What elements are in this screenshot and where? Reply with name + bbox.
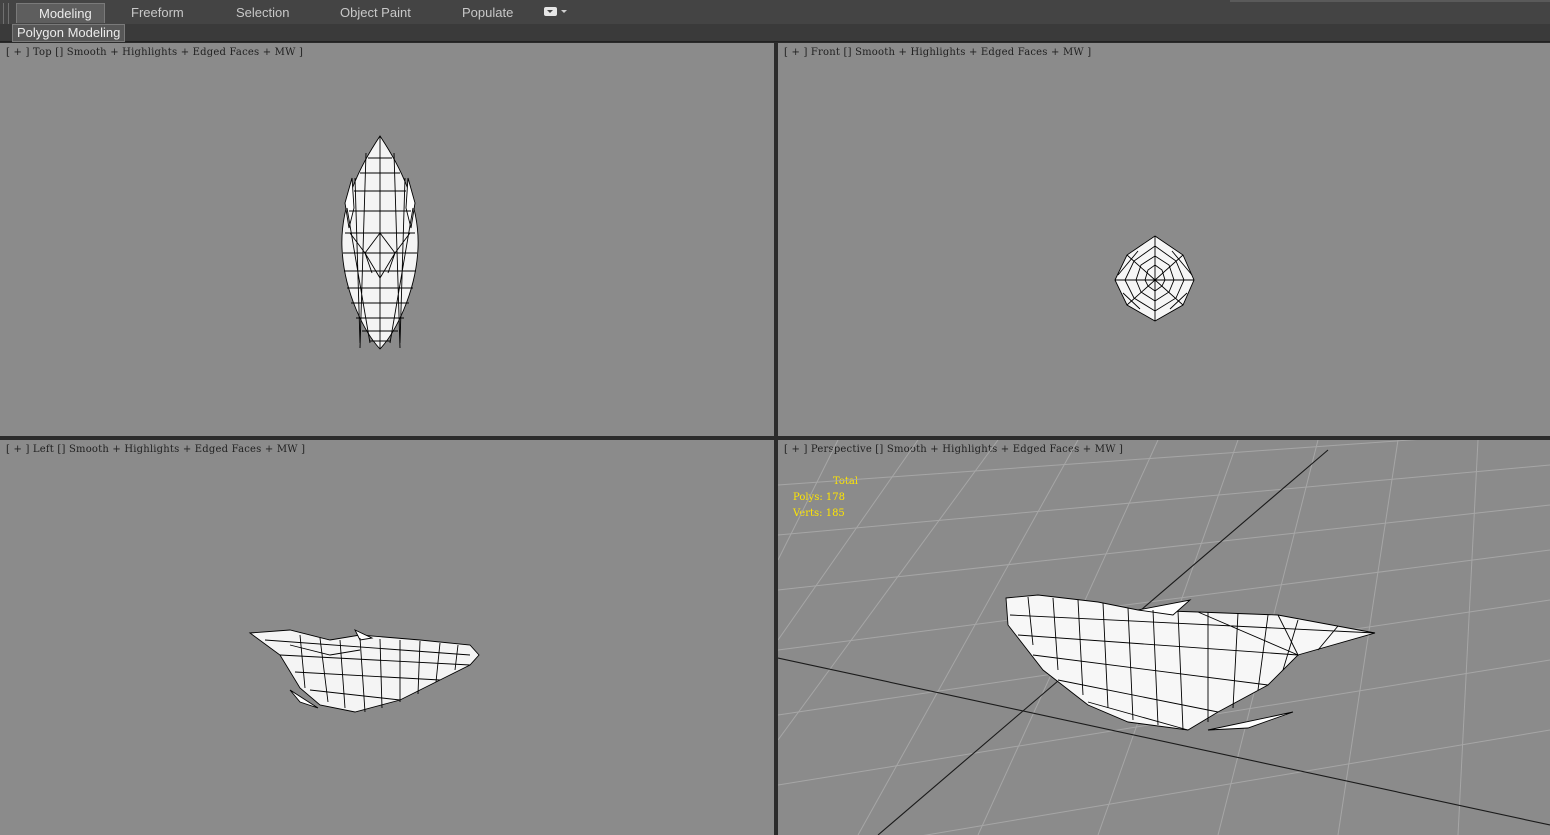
- tab-selection[interactable]: Selection: [236, 3, 289, 22]
- polygon-modeling-panel-button[interactable]: Polygon Modeling: [12, 24, 126, 42]
- viewport-left[interactable]: [ + ] Left [] Smooth + Highlights + Edge…: [0, 440, 774, 835]
- perspective-mesh: [1005, 594, 1376, 731]
- viewport-front[interactable]: [ + ] Front [] Smooth + Highlights + Edg…: [778, 43, 1550, 436]
- ribbon-edge-line: [1230, 0, 1550, 2]
- viewport-top-mesh: [341, 135, 419, 350]
- tab-modeling[interactable]: Modeling: [16, 3, 105, 23]
- viewport-perspective[interactable]: [ + ] Perspective [] Smooth + Highlights…: [778, 440, 1550, 835]
- viewport-front-mesh: [1114, 235, 1195, 322]
- ribbon-tab-bar: Modeling Freeform Selection Object Paint…: [0, 0, 1550, 39]
- chevron-down-icon: [561, 10, 567, 13]
- tab-populate[interactable]: Populate: [462, 3, 513, 22]
- tab-object-paint[interactable]: Object Paint: [340, 3, 411, 22]
- viewport-left-mesh: [248, 629, 480, 713]
- tab-freeform[interactable]: Freeform: [131, 3, 184, 22]
- viewport-perspective-grid-and-mesh: [778, 440, 1550, 835]
- ribbon-options-icon: [544, 7, 557, 16]
- ribbon-options-dropdown[interactable]: [544, 6, 567, 18]
- viewport-top[interactable]: [ + ] Top [] Smooth + Highlights + Edged…: [0, 43, 774, 436]
- ribbon-panel-bar: Polygon Modeling: [0, 24, 1550, 42]
